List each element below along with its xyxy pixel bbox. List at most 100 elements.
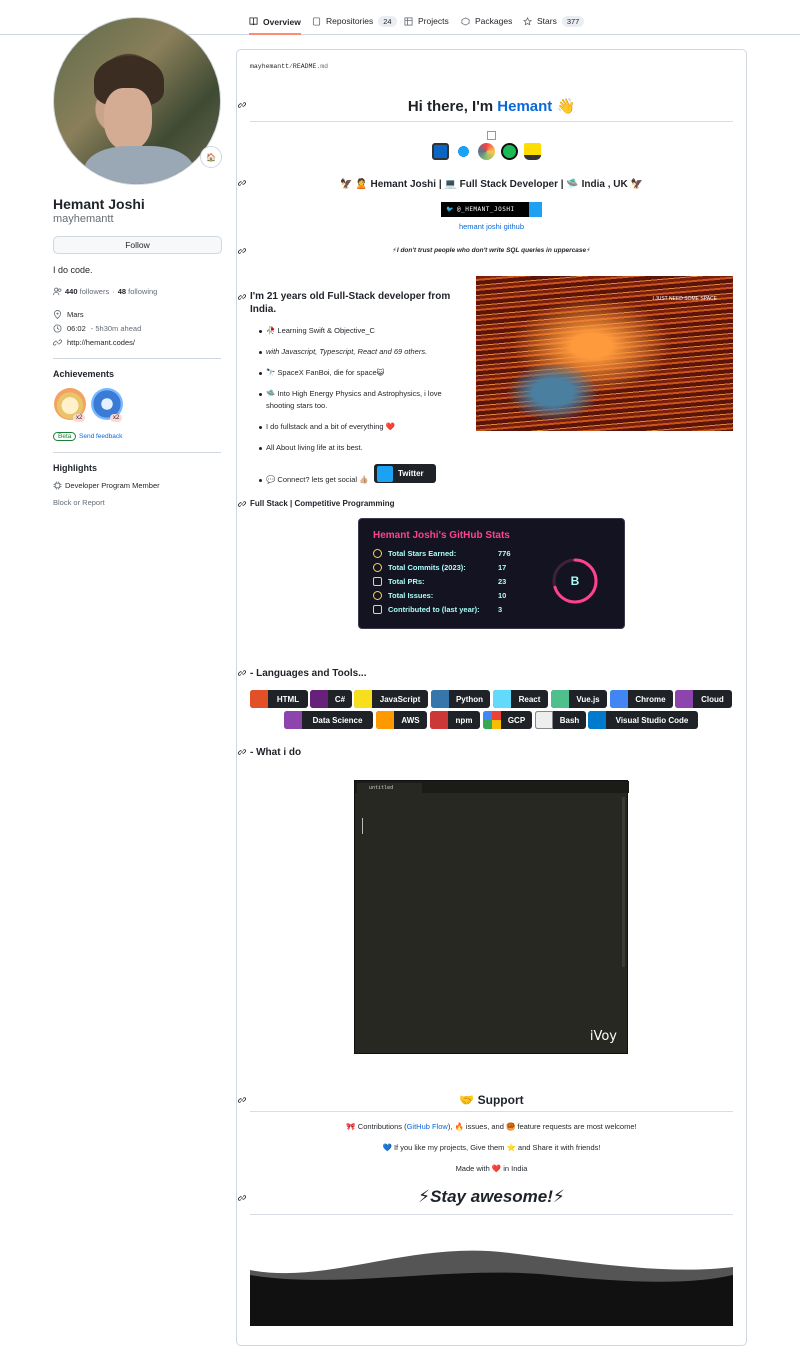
anchor-link-icon[interactable] (238, 247, 246, 255)
like-line: 💙 If you like my projects, Give them ⭐ a… (382, 1143, 601, 1152)
status-emoji-button[interactable]: 🏠 (200, 146, 222, 168)
stats-title: Hemant Joshi's GitHub Stats (373, 530, 510, 541)
what-i-do-heading: - What i do (250, 747, 302, 758)
skill-badge-html[interactable]: HTML (250, 690, 308, 708)
greeting-name: Hemant (497, 98, 553, 115)
follow-stats: 440 followers · 48 following (53, 287, 157, 296)
react-icon (493, 690, 511, 708)
linkedin-icon[interactable] (432, 143, 449, 160)
readme-user-link[interactable]: mayhemantt (250, 63, 289, 70)
tab-overview[interactable]: Overview (249, 10, 301, 35)
beta-label: Beta (53, 432, 77, 441)
skill-badge-data-science[interactable]: Data Science (284, 711, 373, 729)
vscode-icon (588, 711, 606, 729)
stars-count: 377 (561, 15, 585, 27)
profile-login: mayhemantt (53, 213, 114, 225)
followers-link[interactable]: 440 followers (65, 287, 109, 296)
terminal-icon (535, 711, 553, 729)
following-link[interactable]: 48 following (118, 287, 158, 296)
bullet-item: 🥀 Learning Swift & Objective_C (259, 325, 466, 337)
tab-stars-label: Stars (537, 16, 557, 26)
skill-badge-python[interactable]: Python (431, 690, 490, 708)
anchor-link-icon[interactable] (238, 500, 246, 508)
wave-icon: 👋 (556, 98, 576, 115)
spotify-icon[interactable] (501, 143, 518, 160)
anchor-link-icon[interactable] (238, 293, 246, 301)
followers-label: followers (79, 287, 110, 296)
anchor-link-icon[interactable] (238, 179, 246, 187)
tab-packages[interactable]: Packages (461, 10, 512, 32)
skill-badge-gcp[interactable]: GCP (483, 711, 532, 729)
follow-button[interactable]: Follow (53, 236, 222, 254)
skill-badge-vuejs[interactable]: Vue.js (551, 690, 607, 708)
anchor-link-icon[interactable] (238, 748, 246, 756)
skill-badge-bash[interactable]: Bash (535, 711, 586, 729)
location-row: Mars (53, 310, 84, 319)
anchor-link-icon[interactable] (238, 101, 246, 109)
profile-name: Hemant Joshi (53, 196, 145, 212)
readme-quote: ⚡I don't trust people who don't write SQ… (392, 247, 591, 254)
skill-badge-npm[interactable]: npm (430, 711, 480, 729)
bullet-item: 🛸 Into High Energy Physics and Astrophys… (259, 388, 466, 412)
cloud-icon (675, 690, 693, 708)
anchor-link-icon[interactable] (238, 669, 246, 677)
project-icon (404, 16, 413, 26)
people-icon (53, 287, 62, 296)
buymeacoffee-icon[interactable] (524, 143, 541, 160)
html5-icon (250, 690, 268, 708)
github-flow-link[interactable]: GitHub Flow (407, 1122, 448, 1131)
gcp-icon (483, 711, 501, 729)
skill-badge-aws[interactable]: AWS (376, 711, 427, 729)
vuejs-icon (551, 690, 569, 708)
anchor-link-icon[interactable] (238, 1096, 246, 1104)
skill-badge-react[interactable]: React (493, 690, 548, 708)
block-or-report-link[interactable]: Block or Report (53, 498, 105, 507)
local-time: 06:02 (67, 324, 86, 333)
twitter-bird-icon: 🐦 (446, 206, 454, 213)
twitter-icon (377, 465, 393, 482)
footer-wave (250, 1250, 733, 1326)
achievements-heading[interactable]: Achievements (53, 369, 114, 379)
broken-image-icon (487, 131, 496, 140)
anchor-link-icon[interactable] (238, 1194, 246, 1202)
editor-brand: iVoy (589, 1029, 617, 1044)
tab-projects[interactable]: Projects (404, 10, 449, 32)
skill-badge-chrome[interactable]: Chrome (610, 690, 673, 708)
stat-row: Total Commits (2023): 17 (373, 563, 506, 572)
readme-tagline: 🦅 🙎 Hemant Joshi | 💻 Full Stack Develope… (340, 179, 643, 190)
achievement-multiplier: x2 (110, 414, 123, 422)
house-icon: 🏠 (206, 152, 216, 162)
tab-projects-label: Projects (418, 16, 449, 26)
website-link[interactable]: http://hemant.codes/ (67, 338, 135, 347)
twitter-button[interactable]: Twitter (374, 464, 436, 483)
aws-icon (376, 711, 394, 729)
stat-row: Total PRs: 23 (373, 577, 506, 586)
sidebar-divider (53, 452, 221, 453)
editor-scrollbar (622, 797, 625, 967)
skill-badge-csharp[interactable]: C# (310, 690, 352, 708)
tab-repositories[interactable]: Repositories 24 (312, 10, 397, 32)
readme-file-link[interactable]: README (293, 63, 316, 70)
twitter-icon[interactable] (455, 143, 472, 160)
tab-overview-label: Overview (263, 16, 301, 27)
twitter-follow-badge[interactable]: 🐦 @_HEMANT_JOSHI (441, 202, 529, 217)
bullet-item: 🔭 SpaceX FanBoi, die for space😺 (259, 367, 466, 379)
stay-awesome-heading: ⚡Stay awesome!⚡ (418, 1187, 565, 1206)
skill-badge-vscode[interactable]: Visual Studio Code (588, 711, 698, 729)
profile-bio: I do code. (53, 265, 93, 275)
avatar[interactable] (53, 17, 221, 185)
following-count: 48 (117, 287, 127, 296)
highlight-developer-program: Developer Program Member (53, 481, 160, 490)
history-icon (373, 563, 382, 572)
send-feedback-link[interactable]: Send feedback (79, 433, 122, 440)
social-links (432, 143, 541, 160)
followers-count: 440 (65, 287, 78, 296)
tab-stars[interactable]: Stars 377 (523, 10, 585, 32)
database-icon (284, 711, 302, 729)
dribbble-icon[interactable] (478, 143, 495, 160)
issue-icon (373, 591, 382, 600)
skill-badge-javascript[interactable]: JavaScript (354, 690, 428, 708)
package-icon (461, 16, 470, 26)
skill-badge-cloud[interactable]: Cloud (675, 690, 732, 708)
github-image-link[interactable]: hemant joshi github (250, 222, 733, 231)
